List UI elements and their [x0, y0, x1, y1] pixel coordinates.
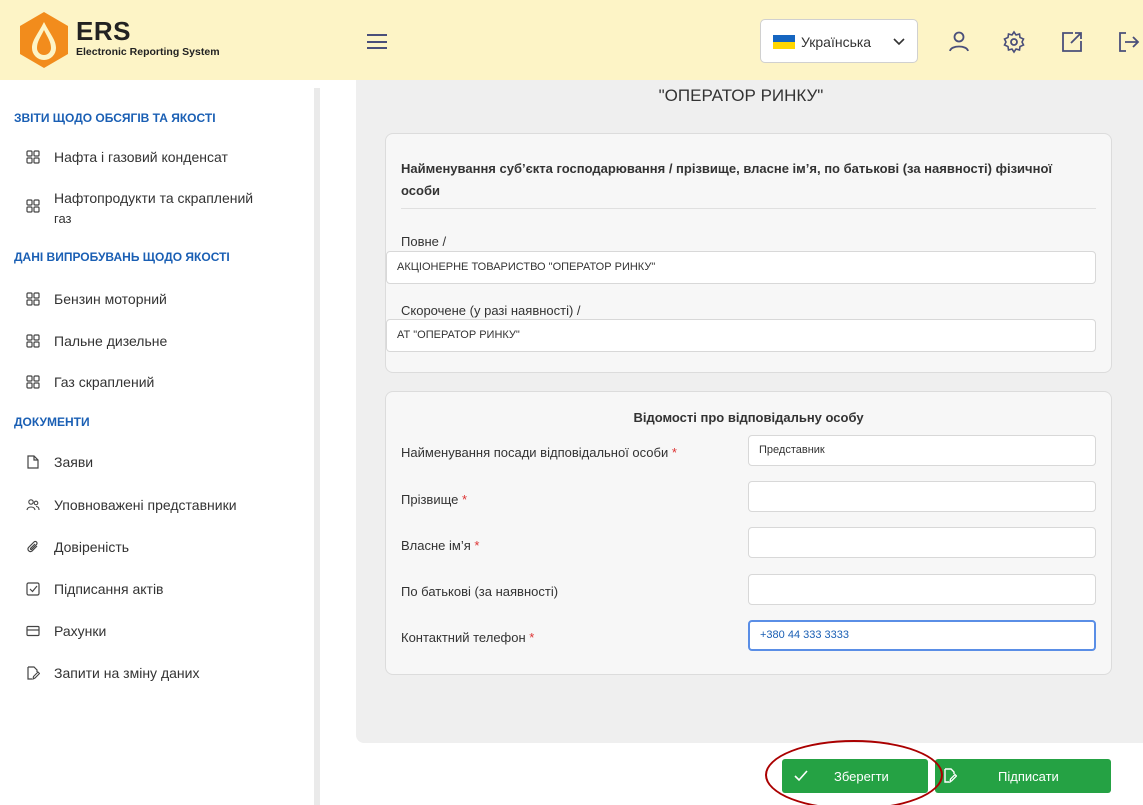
users-icon	[26, 499, 40, 511]
language-select[interactable]: Українська	[760, 19, 918, 63]
patronymic-label: По батькові (за наявності)	[401, 584, 559, 599]
full-name-label: Повне /	[401, 234, 447, 249]
required-mark: *	[474, 538, 480, 553]
logo-subtitle: Electronic Reporting System	[76, 46, 220, 58]
position-label: Найменування посади відповідальної особи…	[401, 445, 677, 460]
logout-icon[interactable]	[1117, 30, 1141, 54]
sidebar-item-label-line1: Нафтопродукти та скраплений	[54, 190, 254, 206]
short-name-field[interactable]: АТ "ОПЕРАТОР РИНКУ"	[386, 319, 1096, 352]
required-mark: *	[671, 445, 677, 460]
sidebar-item-label: Рахунки	[54, 623, 107, 639]
edit-file-icon	[27, 666, 40, 680]
sidebar-section-documents: ДОКУМЕНТИ	[14, 415, 90, 429]
page-title: "ОПЕРАТОР РИНКУ"	[658, 86, 824, 105]
sidebar-item-label-line2: газ	[54, 211, 72, 226]
surname-label: Прізвище *	[401, 492, 467, 507]
surname-label-text: Прізвище	[401, 492, 459, 507]
card-divider	[401, 208, 1096, 209]
logo-title: ERS	[76, 16, 131, 46]
grid-icon	[26, 150, 40, 164]
sidebar-item-label: Підписання актів	[54, 581, 164, 597]
phone-field[interactable]: +380 44 333 3333	[748, 620, 1096, 651]
sidebar-scrollbar[interactable]	[314, 88, 320, 805]
highlight-ellipse	[765, 740, 943, 805]
ukraine-flag-icon	[773, 35, 795, 49]
user-icon[interactable]	[947, 30, 971, 54]
checkbox-icon	[26, 582, 40, 596]
position-field[interactable]: Представник	[748, 435, 1096, 466]
sidebar-item-label: Газ скраплений	[54, 374, 155, 390]
paperclip-icon	[27, 540, 38, 553]
sidebar-section-reports: ЗВІТИ ЩОДО ОБСЯГІВ ТА ЯКОСТІ	[14, 111, 216, 125]
sidebar-item-label: Заяви	[54, 454, 94, 470]
sidebar-item-label: Уповноважені представники	[54, 497, 237, 513]
phone-label-text: Контактний телефон	[401, 630, 526, 645]
card-icon	[26, 625, 40, 637]
responsible-person-title: Відомості про відповідальну особу	[633, 410, 864, 425]
app-logo[interactable]: ERS Electronic Reporting System	[18, 12, 248, 68]
short-name-label: Скорочене (у разі наявності) /	[401, 303, 581, 318]
patronymic-field[interactable]	[748, 574, 1096, 605]
required-mark: *	[462, 492, 468, 507]
surname-field[interactable]	[748, 481, 1096, 512]
sidebar-item-label: Запити на зміну даних	[54, 665, 200, 681]
file-icon	[27, 455, 39, 469]
full-name-field[interactable]: АКЦІОНЕРНЕ ТОВАРИСТВО "ОПЕРАТОР РИНКУ"	[386, 251, 1096, 284]
first-name-field[interactable]	[748, 527, 1096, 558]
grid-icon	[26, 199, 40, 213]
first-name-label: Власне ім’я *	[401, 538, 479, 553]
chevron-down-icon	[893, 38, 905, 46]
settings-gear-icon[interactable]	[1002, 30, 1026, 54]
sidebar-item-label: Пальне дизельне	[54, 333, 168, 349]
logo-drop-icon	[20, 12, 68, 68]
grid-icon	[26, 292, 40, 306]
external-link-icon[interactable]	[1060, 30, 1084, 54]
position-label-text: Найменування посади відповідальної особи	[401, 445, 669, 460]
grid-icon	[26, 334, 40, 348]
sidebar-item-label: Довіреність	[54, 539, 130, 555]
grid-icon	[26, 375, 40, 389]
sign-button-label: Підписати	[998, 769, 1059, 784]
top-header: ERS Electronic Reporting System Українсь…	[0, 0, 1143, 80]
language-label: Українська	[801, 34, 872, 50]
entity-card-title: Найменування суб’єкта господарювання / п…	[401, 161, 1053, 198]
sidebar-item-label: Бензин моторний	[54, 291, 167, 307]
sidebar-item-label: Нафта і газовий конденсат	[54, 149, 228, 165]
required-mark: *	[529, 630, 535, 645]
phone-label: Контактний телефон *	[401, 630, 534, 645]
sign-button[interactable]: Підписати	[935, 759, 1111, 793]
sidebar-section-quality: ДАНІ ВИПРОБУВАНЬ ЩОДО ЯКОСТІ	[14, 250, 230, 264]
menu-toggle-icon[interactable]	[367, 34, 387, 49]
sign-document-icon	[944, 768, 957, 783]
first-name-label-text: Власне ім’я	[401, 538, 471, 553]
